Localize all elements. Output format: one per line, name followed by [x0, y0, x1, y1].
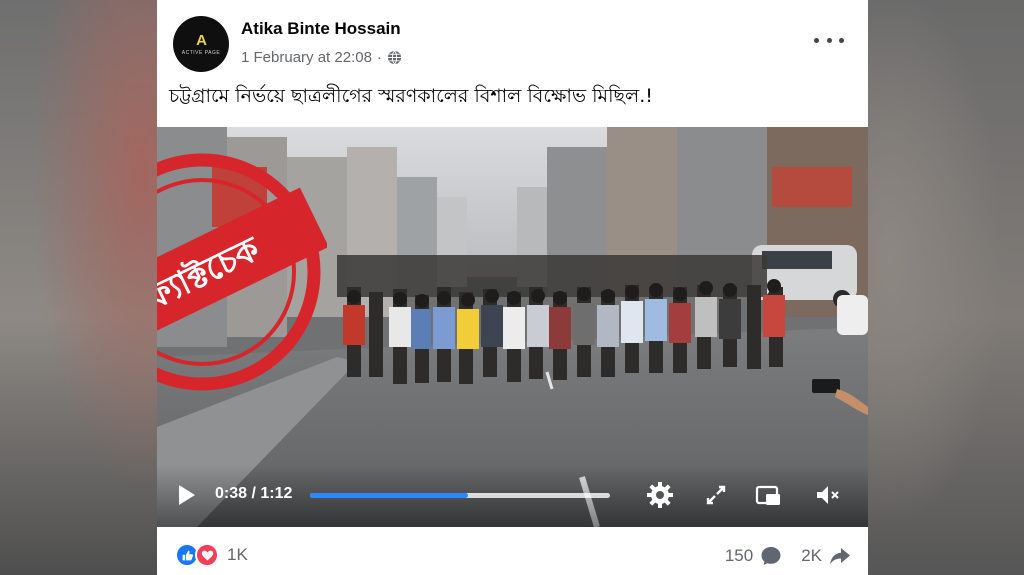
video-time: 0:38 / 1:12	[215, 485, 293, 502]
share-count[interactable]: 2K	[801, 546, 822, 566]
post-meta: 1 February at 22:08 ·	[241, 49, 402, 66]
video-controls: 0:38 / 1:12	[157, 465, 868, 527]
avatar-logo-text: ACTIVE PAGE	[181, 49, 221, 56]
post-footer: 1K 150 2K	[157, 527, 868, 575]
post-timestamp[interactable]: 1 February at 22:08	[241, 49, 372, 66]
blurred-background-left	[0, 0, 157, 575]
post-header: A ACTIVE PAGE Atika Binte Hossain 1 Febr…	[157, 0, 868, 88]
reaction-count: 1K	[227, 545, 248, 564]
factcheck-stamp: ফ্যাক্টচেক	[157, 153, 327, 391]
video-player[interactable]: ফ্যাক্টচেক 0:38 / 1:12	[157, 127, 868, 527]
love-icon	[195, 543, 219, 567]
meta-separator: ·	[376, 49, 382, 66]
author-name[interactable]: Atika Binte Hossain	[241, 19, 401, 39]
more-options-icon[interactable]	[814, 30, 844, 50]
avatar[interactable]: A ACTIVE PAGE	[173, 16, 229, 72]
share-icon[interactable]	[828, 544, 852, 568]
comment-icon[interactable]	[759, 544, 783, 568]
mute-icon[interactable]	[813, 481, 841, 509]
picture-in-picture-icon[interactable]	[754, 481, 782, 509]
post-caption: চট্টগ্রামে নির্ভয়ে ছাত্রলীগের স্মরণকালে…	[169, 85, 653, 107]
engagement-stats: 150 2K	[725, 544, 852, 568]
blurred-background-right	[867, 0, 1024, 575]
globe-icon	[387, 50, 401, 65]
settings-icon[interactable]	[646, 481, 674, 509]
avatar-logo-mark: A	[196, 31, 207, 49]
video-progress-bar[interactable]	[310, 493, 610, 498]
fullscreen-icon[interactable]	[702, 481, 730, 509]
comment-count[interactable]: 150	[725, 546, 753, 566]
play-icon[interactable]	[179, 485, 195, 505]
reactions-summary[interactable]: 1K	[175, 543, 248, 567]
facebook-post: A ACTIVE PAGE Atika Binte Hossain 1 Febr…	[157, 0, 868, 575]
video-progress-fill	[310, 493, 469, 498]
